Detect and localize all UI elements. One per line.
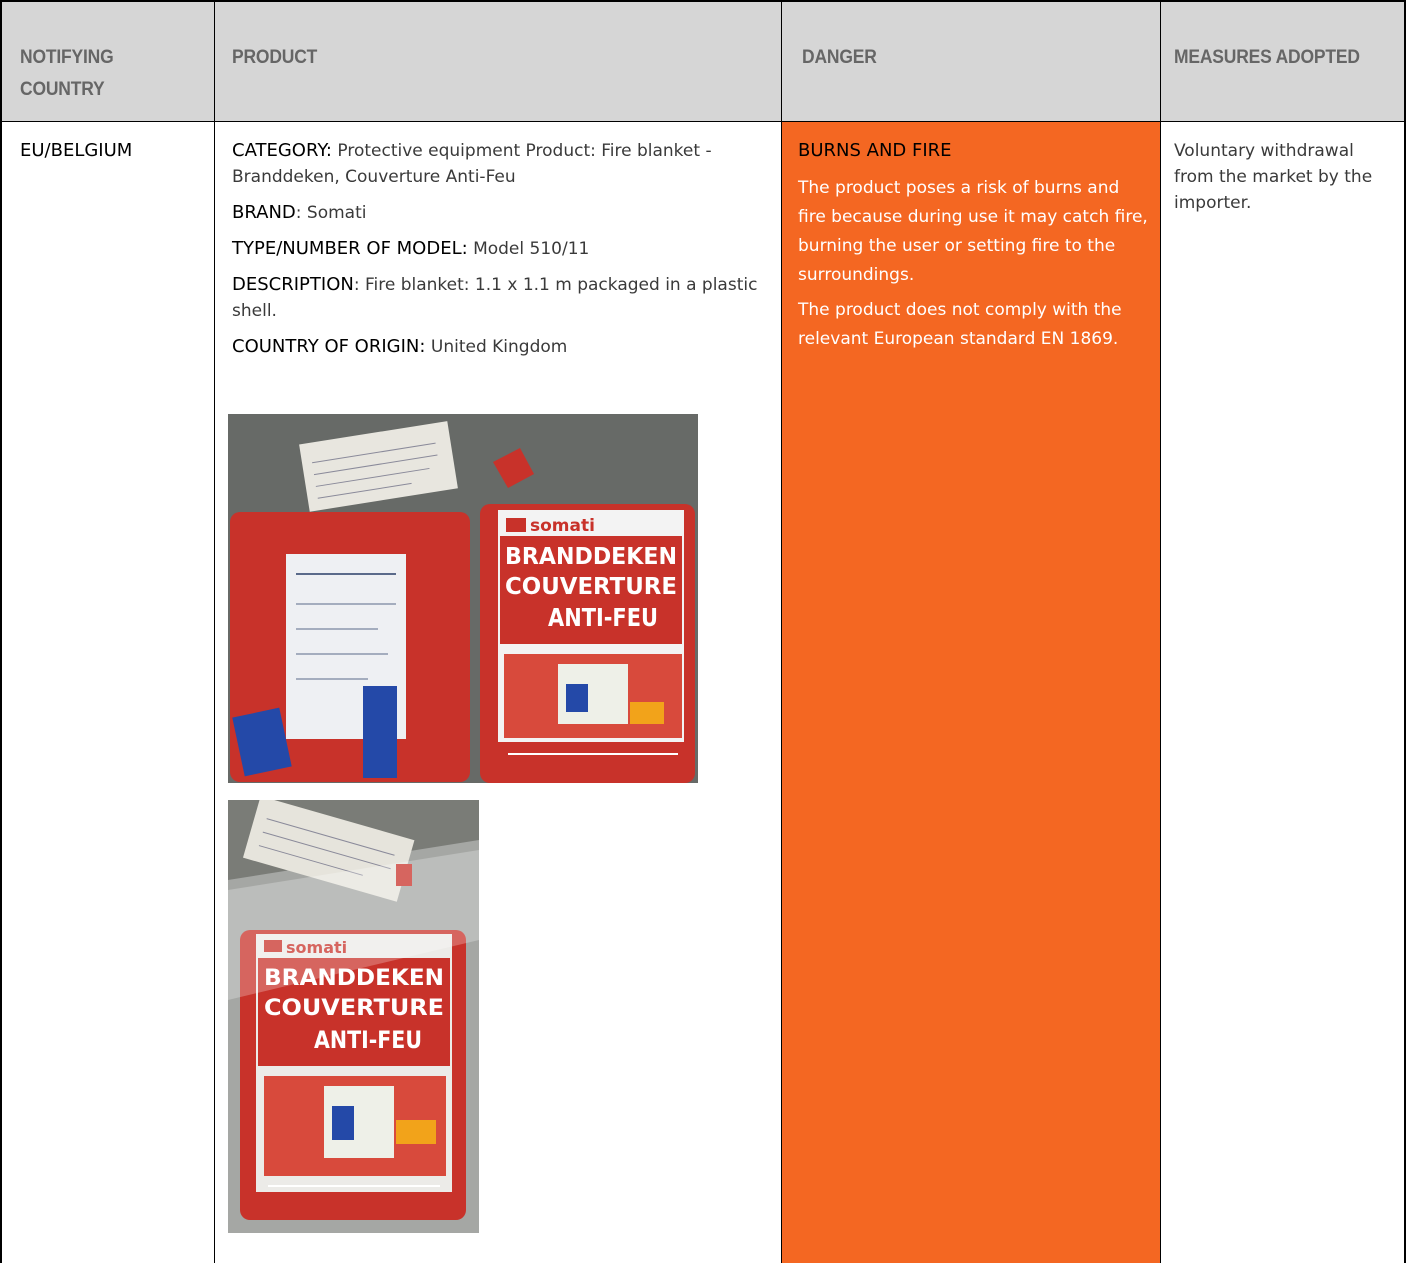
- measures-cell: Voluntary withdrawal from the market by …: [1174, 122, 1396, 1263]
- fire-blanket-cases-image: somati BRANDDEKEN COUVERTURE ANTI-FEU: [228, 414, 698, 783]
- product-description: DESCRIPTION: Fire blanket: 1.1 x 1.1 m p…: [232, 272, 772, 324]
- packaged-fire-blanket-image: somati BRANDDEKEN COUVERTURE ANTI-FEU: [228, 800, 479, 1233]
- photo1-line1: BRANDDEKEN: [505, 544, 677, 570]
- danger-description: The product poses a risk of burns and fi…: [798, 178, 1148, 285]
- table-header: NOTIFYING COUNTRY PRODUCT DANGER MEASURE…: [2, 2, 1404, 122]
- header-danger: DANGER: [802, 47, 877, 68]
- photo1-line3: ANTI-FEU: [548, 603, 658, 632]
- product-type: TYPE/NUMBER OF MODEL: Model 510/11: [232, 236, 772, 262]
- origin-label: COUNTRY OF ORIGIN:: [232, 336, 426, 357]
- description-label: DESCRIPTION: [232, 274, 354, 295]
- type-value: Model 510/11: [467, 239, 590, 259]
- type-label: TYPE/NUMBER OF MODEL:: [232, 238, 468, 259]
- danger-cell: BURNS AND FIRE The product poses a risk …: [798, 122, 1148, 1263]
- header-notifying-country: NOTIFYING COUNTRY: [20, 47, 114, 100]
- origin-value: United Kingdom: [425, 337, 568, 357]
- photo1-brand: somati: [530, 516, 595, 536]
- product-origin: COUNTRY OF ORIGIN: United Kingdom: [232, 334, 772, 360]
- product-photo-cases: somati BRANDDEKEN COUVERTURE ANTI-FEU: [228, 414, 698, 783]
- product-category: CATEGORY: Protective equipment Product: …: [232, 138, 772, 190]
- category-label: CATEGORY:: [232, 140, 332, 161]
- brand-value: : Somati: [295, 203, 367, 223]
- danger-title: BURNS AND FIRE: [798, 140, 952, 161]
- header-product: PRODUCT: [232, 47, 318, 68]
- brand-label: BRAND: [232, 202, 296, 223]
- product-photo-packaged: somati BRANDDEKEN COUVERTURE ANTI-FEU: [228, 800, 479, 1233]
- header-measures-adopted: MEASURES ADOPTED: [1174, 47, 1360, 68]
- column-divider: [214, 2, 215, 1263]
- column-divider: [781, 2, 782, 1263]
- measures-adopted: Voluntary withdrawal from the market by …: [1174, 141, 1373, 213]
- product-alert-table: NOTIFYING COUNTRY PRODUCT DANGER MEASURE…: [0, 0, 1406, 1263]
- danger-compliance: The product does not comply with the rel…: [798, 300, 1122, 349]
- column-divider: [1160, 2, 1161, 1263]
- photo2-line2: COUVERTURE: [264, 996, 444, 1021]
- notifying-country: EU/BELGIUM: [20, 140, 133, 161]
- photo2-line3: ANTI-FEU: [314, 1026, 422, 1054]
- product-brand: BRAND: Somati: [232, 200, 772, 226]
- country-cell: EU/BELGIUM: [20, 122, 205, 1263]
- photo1-line2: COUVERTURE: [505, 574, 677, 600]
